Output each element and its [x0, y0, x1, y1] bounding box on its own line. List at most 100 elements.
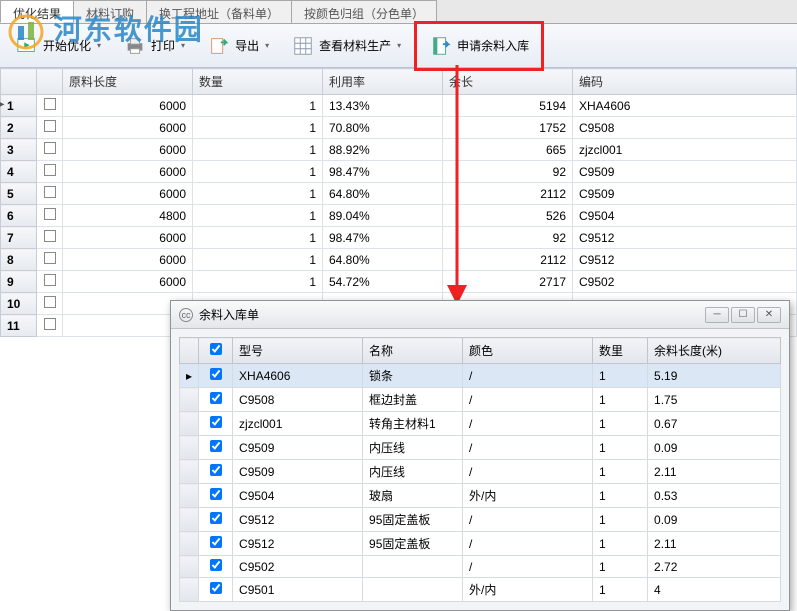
- cell-model[interactable]: C9502: [233, 556, 363, 578]
- cell-name[interactable]: 95固定盖板: [363, 508, 463, 532]
- cell-length[interactable]: 6000: [63, 271, 193, 293]
- row-checkbox-cell[interactable]: [199, 436, 233, 460]
- view-material-production-button[interactable]: 查看材料生产▾: [282, 27, 410, 65]
- checkbox-icon[interactable]: [44, 186, 56, 198]
- row-header[interactable]: 10: [1, 293, 37, 315]
- main-data-grid[interactable]: 原料长度 数量 利用率 余长 编码 16000113.43%5194XHA460…: [0, 68, 797, 337]
- cell-remain[interactable]: 92: [443, 161, 573, 183]
- row-header[interactable]: 8: [1, 249, 37, 271]
- cell-model[interactable]: C9504: [233, 484, 363, 508]
- table-row[interactable]: ▸XHA4606锁条/15.19: [180, 364, 781, 388]
- cell-qty[interactable]: 1: [193, 117, 323, 139]
- cell-qty[interactable]: 1: [193, 205, 323, 227]
- cell-remlen[interactable]: 2.11: [648, 460, 781, 484]
- table-row[interactable]: C9501外/内14: [180, 578, 781, 602]
- col-remain[interactable]: 余长: [443, 69, 573, 95]
- row-header[interactable]: 5: [1, 183, 37, 205]
- remnant-data-grid[interactable]: 型号 名称 颜色 数里 余料长度(米) ▸XHA4606锁条/15.19C950…: [179, 337, 781, 602]
- cell-model[interactable]: zjzcl001: [233, 412, 363, 436]
- cell-qty[interactable]: 1: [593, 484, 648, 508]
- row-indicator[interactable]: [180, 508, 199, 532]
- row-checkbox[interactable]: [210, 368, 222, 380]
- cell-remlen[interactable]: 2.11: [648, 532, 781, 556]
- cell-remain[interactable]: 1752: [443, 117, 573, 139]
- checkbox-icon[interactable]: [44, 318, 56, 330]
- row-checkbox-cell[interactable]: [37, 293, 63, 315]
- table-row[interactable]: 16000113.43%5194XHA4606: [1, 95, 797, 117]
- cell-rate[interactable]: 70.80%: [323, 117, 443, 139]
- checkbox-icon[interactable]: [44, 274, 56, 286]
- row-checkbox-cell[interactable]: [37, 161, 63, 183]
- col-model[interactable]: 型号: [233, 338, 363, 364]
- row-checkbox-cell[interactable]: [37, 271, 63, 293]
- table-row[interactable]: 76000198.47%92C9512: [1, 227, 797, 249]
- row-checkbox-cell[interactable]: [37, 315, 63, 337]
- col-check-all[interactable]: [199, 338, 233, 364]
- row-header[interactable]: 1: [1, 95, 37, 117]
- col-check[interactable]: [37, 69, 63, 95]
- row-header[interactable]: 9: [1, 271, 37, 293]
- tab-optimize-result[interactable]: 优化结果: [0, 0, 74, 23]
- table-row[interactable]: C951295固定盖板/10.09: [180, 508, 781, 532]
- cell-code[interactable]: C9508: [573, 117, 797, 139]
- cell-code[interactable]: C9509: [573, 183, 797, 205]
- cell-code[interactable]: C9504: [573, 205, 797, 227]
- table-row[interactable]: 26000170.80%1752C9508: [1, 117, 797, 139]
- table-row[interactable]: C9508框边封盖/11.75: [180, 388, 781, 412]
- checkbox-icon[interactable]: [44, 142, 56, 154]
- row-checkbox[interactable]: [210, 536, 222, 548]
- cell-qty[interactable]: 1: [593, 412, 648, 436]
- cell-qty[interactable]: 1: [593, 388, 648, 412]
- cell-model[interactable]: XHA4606: [233, 364, 363, 388]
- table-row[interactable]: zjzcl001转角主材料1/10.67: [180, 412, 781, 436]
- cell-length[interactable]: 4800: [63, 205, 193, 227]
- cell-qty[interactable]: 1: [193, 249, 323, 271]
- cell-remlen[interactable]: 0.67: [648, 412, 781, 436]
- col-color[interactable]: 颜色: [463, 338, 593, 364]
- row-indicator[interactable]: ▸: [180, 364, 199, 388]
- row-checkbox[interactable]: [210, 559, 222, 571]
- cell-qty[interactable]: 1: [193, 139, 323, 161]
- row-checkbox-cell[interactable]: [199, 484, 233, 508]
- row-checkbox-cell[interactable]: [199, 508, 233, 532]
- cell-rate[interactable]: 64.80%: [323, 249, 443, 271]
- cell-color[interactable]: /: [463, 388, 593, 412]
- cell-qty[interactable]: 1: [193, 227, 323, 249]
- cell-qty[interactable]: 1: [593, 508, 648, 532]
- cell-code[interactable]: zjzcl001: [573, 139, 797, 161]
- checkbox-icon[interactable]: [44, 208, 56, 220]
- cell-remlen[interactable]: 0.53: [648, 484, 781, 508]
- row-checkbox-cell[interactable]: [199, 412, 233, 436]
- cell-length[interactable]: 6000: [63, 183, 193, 205]
- table-row[interactable]: C9502/12.72: [180, 556, 781, 578]
- cell-length[interactable]: 6000: [63, 227, 193, 249]
- tab-material-order[interactable]: 材料订购: [73, 0, 147, 23]
- row-indicator[interactable]: [180, 388, 199, 412]
- cell-model[interactable]: C9508: [233, 388, 363, 412]
- cell-name[interactable]: 内压线: [363, 436, 463, 460]
- col-indicator[interactable]: [180, 338, 199, 364]
- row-checkbox[interactable]: [210, 512, 222, 524]
- tab-change-project-address[interactable]: 换工程地址（备料单）: [146, 0, 292, 23]
- cell-code[interactable]: XHA4606: [573, 95, 797, 117]
- row-checkbox-cell[interactable]: [199, 364, 233, 388]
- row-header[interactable]: 2: [1, 117, 37, 139]
- cell-qty[interactable]: 1: [593, 532, 648, 556]
- row-checkbox-cell[interactable]: [199, 460, 233, 484]
- row-checkbox-cell[interactable]: [37, 117, 63, 139]
- cell-model[interactable]: C9512: [233, 508, 363, 532]
- col-rate[interactable]: 利用率: [323, 69, 443, 95]
- cell-remain[interactable]: 665: [443, 139, 573, 161]
- cell-model[interactable]: C9509: [233, 460, 363, 484]
- cell-rate[interactable]: 13.43%: [323, 95, 443, 117]
- table-row[interactable]: 64800189.04%526C9504: [1, 205, 797, 227]
- cell-remlen[interactable]: 0.09: [648, 508, 781, 532]
- cell-color[interactable]: /: [463, 436, 593, 460]
- cell-qty[interactable]: 1: [593, 436, 648, 460]
- cell-name[interactable]: 锁条: [363, 364, 463, 388]
- row-header[interactable]: 6: [1, 205, 37, 227]
- row-indicator[interactable]: [180, 532, 199, 556]
- row-checkbox-cell[interactable]: [199, 556, 233, 578]
- row-checkbox-cell[interactable]: [37, 95, 63, 117]
- minimize-button[interactable]: ─: [705, 307, 729, 323]
